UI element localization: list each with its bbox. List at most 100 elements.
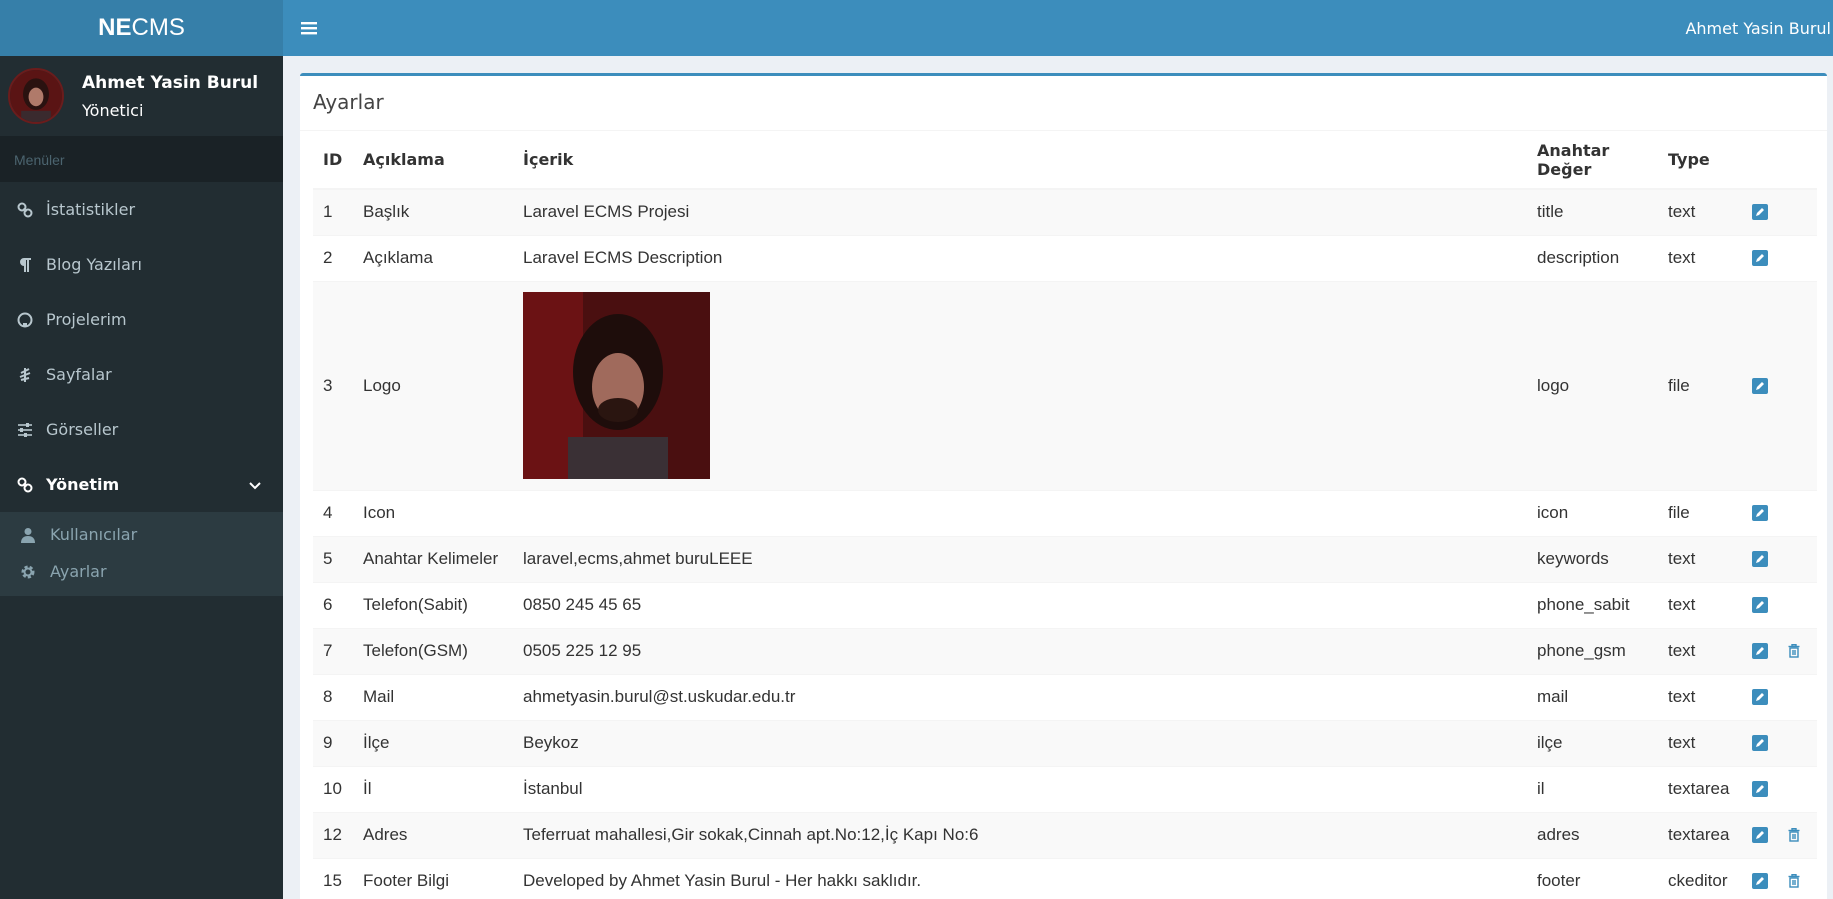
cell-key: title bbox=[1527, 188, 1658, 235]
sidebar: NE CMS Ahmet Yasin Burul Yönetici Menüler… bbox=[0, 0, 283, 899]
col-header-id: ID bbox=[313, 131, 353, 190]
cell-id: 7 bbox=[313, 627, 353, 674]
edit-icon[interactable] bbox=[1752, 643, 1768, 659]
table-row: 9 İlçe Beykoz ilçe text bbox=[313, 719, 1817, 766]
brand-rest: CMS bbox=[131, 14, 185, 41]
cell-aciklama: Anahtar Kelimeler bbox=[353, 535, 513, 582]
sidebar-item-sayfalar[interactable]: Sayfalar bbox=[0, 347, 283, 402]
user-panel: Ahmet Yasin Burul Yönetici bbox=[0, 56, 283, 136]
edit-icon[interactable] bbox=[1752, 781, 1768, 797]
sidebar-item-kullanicilar[interactable]: Kullanıcılar bbox=[0, 516, 283, 553]
cell-id: 10 bbox=[313, 765, 353, 812]
cell-key: il bbox=[1527, 765, 1658, 812]
cell-actions bbox=[1742, 811, 1817, 858]
sidebar-item-yonetim[interactable]: Yönetim bbox=[0, 457, 283, 512]
menu-header: Menüler bbox=[0, 136, 283, 182]
edit-icon[interactable] bbox=[1752, 377, 1768, 394]
cell-content: ahmetyasin.burul@st.uskudar.edu.tr bbox=[513, 673, 1527, 720]
cell-actions bbox=[1742, 857, 1817, 899]
cell-type: textarea bbox=[1658, 765, 1742, 812]
cell-id: 4 bbox=[313, 489, 353, 536]
avatar-photo bbox=[10, 70, 62, 122]
edit-icon[interactable] bbox=[1752, 505, 1768, 521]
settings-box: Ayarlar ID Açıklama İçerik Anahtar Değer… bbox=[300, 73, 1827, 899]
cell-type: text bbox=[1658, 234, 1742, 281]
brand-logo[interactable]: NE CMS bbox=[0, 0, 283, 56]
edit-icon[interactable] bbox=[1752, 204, 1768, 221]
leaf-icon bbox=[16, 366, 34, 384]
cell-actions bbox=[1742, 535, 1817, 582]
edit-icon[interactable] bbox=[1752, 250, 1768, 266]
table-row: 1 Başlık Laravel ECMS Projesi title text bbox=[313, 188, 1817, 235]
cell-aciklama: Telefon(GSM) bbox=[353, 627, 513, 674]
cell-id: 15 bbox=[313, 857, 353, 899]
cell-type: text bbox=[1658, 188, 1742, 235]
cell-content bbox=[513, 489, 1527, 536]
table-row: 2 Açıklama Laravel ECMS Description descrip… bbox=[313, 234, 1817, 281]
cell-actions bbox=[1742, 673, 1817, 720]
sidebar-item-ayarlar[interactable]: Ayarlar bbox=[0, 553, 283, 590]
cell-actions bbox=[1742, 188, 1817, 235]
cell-id: 1 bbox=[313, 188, 353, 235]
cell-content: Teferruat mahallesi,Gir sokak,Cinnah apt… bbox=[513, 811, 1527, 858]
cell-content: laravel,ecms,ahmet buruLEEE bbox=[513, 535, 1527, 582]
sidebar-item-blog[interactable]: Blog Yazıları bbox=[0, 237, 283, 292]
cell-aciklama: İlçe bbox=[353, 719, 513, 766]
cell-content: İstanbul bbox=[513, 765, 1527, 812]
edit-icon[interactable] bbox=[1752, 597, 1768, 613]
cell-content: 0850 245 45 65 bbox=[513, 581, 1527, 628]
col-header-type: Type bbox=[1658, 131, 1742, 190]
user-icon bbox=[20, 527, 36, 543]
col-header-aciklama: Açıklama bbox=[353, 131, 513, 190]
cell-actions bbox=[1742, 234, 1817, 281]
sidebar-item-label: İstatistikler bbox=[46, 200, 136, 219]
delete-icon[interactable] bbox=[1786, 873, 1802, 889]
brand-bold: NE bbox=[98, 14, 132, 41]
edit-icon[interactable] bbox=[1752, 689, 1768, 705]
topbar-user-menu[interactable]: Ahmet Yasin Burul bbox=[1685, 19, 1833, 38]
table-row: 5 Anahtar Kelimeler laravel,ecms,ahmet bur… bbox=[313, 535, 1817, 582]
sidebar-item-projelerim[interactable]: Projelerim bbox=[0, 292, 283, 347]
edit-icon[interactable] bbox=[1752, 873, 1768, 890]
cell-content: Developed by Ahmet Yasin Burul - Her hak… bbox=[513, 857, 1527, 899]
sidebar-toggle-icon[interactable] bbox=[301, 18, 321, 38]
cell-id: 2 bbox=[313, 234, 353, 281]
cell-key: description bbox=[1527, 234, 1658, 281]
cell-id: 8 bbox=[313, 673, 353, 720]
sidebar-item-gorseller[interactable]: Görseller bbox=[0, 402, 283, 457]
cell-content: Laravel ECMS Description bbox=[513, 234, 1527, 281]
sidebar-item-label: Görseller bbox=[46, 420, 119, 439]
edit-icon[interactable] bbox=[1752, 735, 1768, 751]
sidebar-item-istatistikler[interactable]: İstatistikler bbox=[0, 182, 283, 237]
delete-icon[interactable] bbox=[1786, 827, 1802, 843]
link-icon bbox=[16, 201, 34, 219]
cell-type: file bbox=[1658, 489, 1742, 536]
cell-id: 12 bbox=[313, 811, 353, 858]
sliders-icon bbox=[16, 421, 34, 439]
sidebar-item-label: Ayarlar bbox=[50, 562, 107, 581]
cell-aciklama: Icon bbox=[353, 489, 513, 536]
cell-type: text bbox=[1658, 673, 1742, 720]
table-row: 8 Mail ahmetyasin.burul@st.uskudar.edu.tr m… bbox=[313, 673, 1817, 720]
submenu-yonetim: Kullanıcılar Ayarlar bbox=[0, 512, 283, 596]
edit-icon[interactable] bbox=[1752, 551, 1768, 567]
col-header-anahtar: Anahtar Değer bbox=[1527, 131, 1658, 190]
cell-actions bbox=[1742, 489, 1817, 536]
cell-type: ckeditor bbox=[1658, 857, 1742, 899]
sidebar-item-label: Sayfalar bbox=[46, 365, 112, 384]
cell-key: footer bbox=[1527, 857, 1658, 899]
cell-type: text bbox=[1658, 627, 1742, 674]
delete-icon[interactable] bbox=[1786, 643, 1802, 659]
sidebar-item-label: Yönetim bbox=[46, 475, 120, 494]
cell-type: text bbox=[1658, 581, 1742, 628]
cell-key: mail bbox=[1527, 673, 1658, 720]
cell-key: ilçe bbox=[1527, 719, 1658, 766]
top-navbar: Ahmet Yasin Burul bbox=[283, 0, 1833, 56]
sidebar-item-label: Blog Yazıları bbox=[46, 255, 142, 274]
paragraph-icon bbox=[16, 256, 34, 274]
table-row: 7 Telefon(GSM) 0505 225 12 95 phone_gsm text bbox=[313, 627, 1817, 674]
cell-id: 5 bbox=[313, 535, 353, 582]
cell-type: file bbox=[1658, 280, 1742, 490]
table-row: 10 İl İstanbul il textarea bbox=[313, 765, 1817, 812]
edit-icon[interactable] bbox=[1752, 827, 1768, 843]
